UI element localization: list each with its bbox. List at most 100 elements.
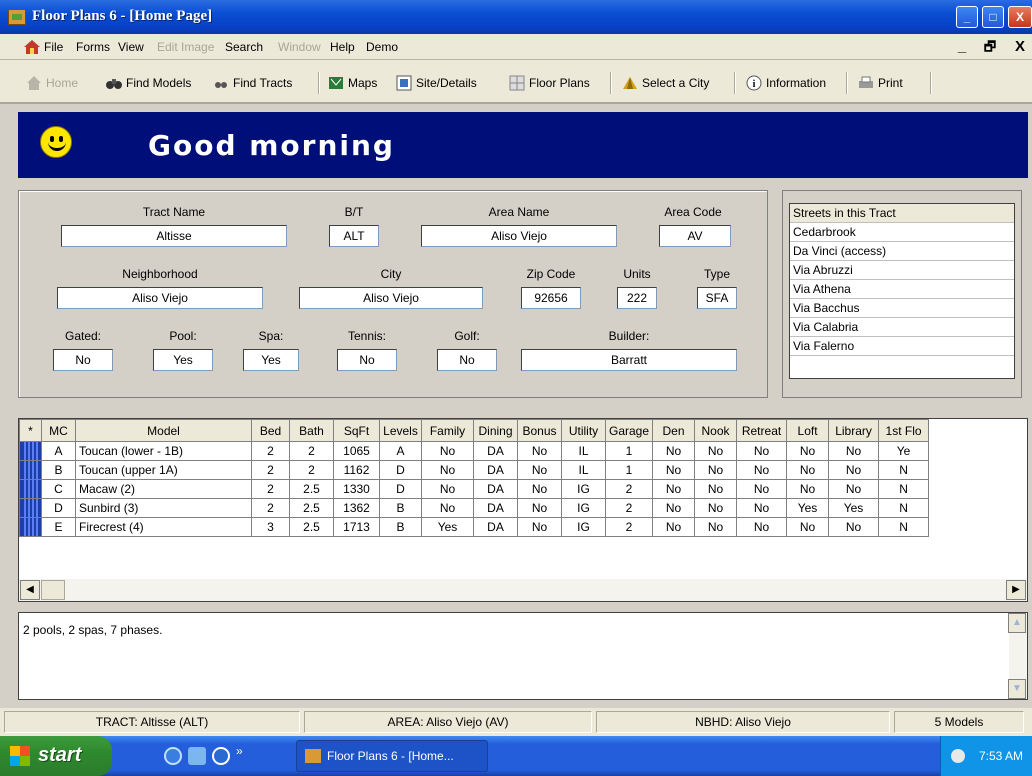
scrollbar-thumb[interactable] — [41, 580, 65, 600]
maps-button[interactable]: Maps — [328, 73, 377, 95]
table-cell[interactable]: No — [517, 517, 562, 537]
table-cell[interactable]: IG — [561, 517, 606, 537]
table-cell[interactable]: DA — [473, 479, 518, 499]
table-cell[interactable]: No — [517, 479, 562, 499]
table-cell[interactable]: 2.5 — [289, 517, 334, 537]
table-cell[interactable]: No — [517, 498, 562, 518]
table-cell[interactable]: DA — [473, 441, 518, 461]
table-cell[interactable]: No — [517, 460, 562, 480]
table-cell[interactable]: D — [379, 479, 422, 499]
row-selector-icon[interactable] — [19, 441, 42, 461]
find-tracts-button[interactable]: Find Tracts — [213, 73, 292, 95]
start-button[interactable]: start — [0, 736, 112, 776]
column-header[interactable]: * — [19, 419, 42, 442]
table-cell[interactable]: 2 — [289, 460, 334, 480]
table-cell[interactable]: IL — [561, 441, 606, 461]
table-cell[interactable]: DA — [473, 517, 518, 537]
table-cell[interactable]: Toucan (lower - 1B) — [75, 441, 252, 461]
table-cell[interactable]: No — [694, 460, 738, 480]
home-button[interactable]: Home — [26, 73, 78, 95]
table-cell[interactable]: 3 — [251, 517, 290, 537]
column-header[interactable]: SqFt — [333, 419, 380, 442]
column-header[interactable]: Levels — [379, 419, 422, 442]
table-cell[interactable]: Yes — [421, 517, 474, 537]
internet-explorer-icon[interactable] — [164, 747, 182, 765]
zip-code-field[interactable]: 92656 — [521, 287, 581, 309]
city-field[interactable]: Aliso Viejo — [299, 287, 483, 309]
table-cell[interactable]: 2 — [251, 460, 290, 480]
table-cell[interactable]: No — [517, 441, 562, 461]
menu-view[interactable]: View — [118, 40, 144, 54]
taskbar-app-button[interactable]: Floor Plans 6 - [Home... — [296, 740, 488, 772]
list-item[interactable]: Via Falerno — [790, 337, 1014, 356]
outlook-express-icon[interactable] — [188, 747, 206, 765]
table-cell[interactable]: 1713 — [333, 517, 380, 537]
table-cell[interactable]: No — [694, 517, 738, 537]
table-cell[interactable]: 1162 — [333, 460, 380, 480]
table-row[interactable]: E Firecrest (4) 3 2.5 1713 B Yes DA No IG 2 No No No N… — [19, 517, 930, 537]
table-cell[interactable]: No — [694, 498, 738, 518]
table-cell[interactable]: 2.5 — [289, 498, 334, 518]
table-cell[interactable]: 1065 — [333, 441, 380, 461]
table-cell[interactable]: 1 — [604, 460, 654, 480]
close-button[interactable]: X — [1008, 6, 1032, 28]
bt-field[interactable]: ALT — [329, 225, 379, 247]
menu-window[interactable]: Window — [278, 40, 321, 54]
table-cell[interactable]: No — [694, 441, 738, 461]
clock[interactable]: 7:53 AM — [979, 749, 1023, 763]
table-cell[interactable]: Sunbird (3) — [75, 498, 252, 518]
scroll-right-arrow-icon[interactable]: ▶ — [1006, 580, 1026, 600]
table-cell[interactable]: B — [41, 460, 76, 480]
table-cell[interactable]: Firecrest (4) — [75, 517, 252, 537]
list-item[interactable]: Via Athena — [790, 280, 1014, 299]
row-selector-icon[interactable] — [19, 460, 42, 480]
column-header[interactable]: Bonus — [517, 419, 562, 442]
table-cell[interactable]: N — [878, 517, 930, 537]
streets-list[interactable]: Streets in this Tract Cedarbrook Da Vinc… — [789, 203, 1015, 379]
menu-search[interactable]: Search — [225, 40, 263, 54]
table-cell[interactable]: No — [421, 441, 474, 461]
table-cell[interactable]: 2 — [604, 479, 654, 499]
table-cell[interactable]: DA — [473, 460, 518, 480]
table-cell[interactable]: Yes — [786, 498, 830, 518]
table-row[interactable]: D Sunbird (3) 2 2.5 1362 B No DA No IG 2 No No No Yes Y… — [19, 498, 930, 518]
select-city-button[interactable]: Select a City — [622, 73, 709, 95]
maximize-button[interactable]: □ — [982, 6, 1004, 28]
menu-forms[interactable]: Forms — [76, 40, 110, 54]
tract-name-field[interactable]: Altisse — [61, 225, 287, 247]
minimize-button[interactable]: _ — [956, 6, 978, 28]
table-cell[interactable]: 2 — [251, 441, 290, 461]
pool-field[interactable]: Yes — [153, 349, 213, 371]
table-cell[interactable]: No — [786, 517, 830, 537]
mdi-restore-button[interactable]: 🗗 — [980, 39, 1000, 57]
table-cell[interactable]: 2.5 — [289, 479, 334, 499]
table-cell[interactable]: No — [652, 441, 696, 461]
table-cell[interactable]: DA — [473, 498, 518, 518]
home-menu-icon[interactable] — [24, 40, 40, 54]
table-cell[interactable]: No — [421, 479, 474, 499]
table-row[interactable]: A Toucan (lower - 1B) 2 2 1065 A No DA No IL 1 No No… — [19, 441, 930, 461]
find-models-button[interactable]: Find Models — [106, 73, 191, 95]
column-header[interactable]: Garage — [604, 419, 654, 442]
table-cell[interactable]: 2 — [289, 441, 334, 461]
table-cell[interactable]: N — [878, 479, 930, 499]
mdi-minimize-button[interactable]: _ — [952, 39, 972, 57]
table-cell[interactable]: 1362 — [333, 498, 380, 518]
notes-box[interactable]: 2 pools, 2 spas, 7 phases. ▲ ▼ — [18, 612, 1028, 700]
neighborhood-field[interactable]: Aliso Viejo — [57, 287, 263, 309]
table-cell[interactable]: IL — [561, 460, 606, 480]
table-cell[interactable]: 2 — [604, 498, 654, 518]
column-header[interactable]: Retreat — [736, 419, 788, 442]
column-header[interactable]: Loft — [786, 419, 830, 442]
browser-icon[interactable] — [212, 747, 230, 765]
table-row[interactable]: B Toucan (upper 1A) 2 2 1162 D No DA No IL 1 No No No… — [19, 460, 930, 480]
table-cell[interactable]: 1 — [604, 441, 654, 461]
table-cell[interactable]: E — [41, 517, 76, 537]
table-cell[interactable]: Ye — [878, 441, 930, 461]
table-cell[interactable]: No — [786, 460, 830, 480]
table-cell[interactable]: No — [421, 498, 474, 518]
table-cell[interactable]: No — [736, 498, 788, 518]
gated-field[interactable]: No — [53, 349, 113, 371]
area-code-field[interactable]: AV — [659, 225, 731, 247]
table-cell[interactable]: C — [41, 479, 76, 499]
